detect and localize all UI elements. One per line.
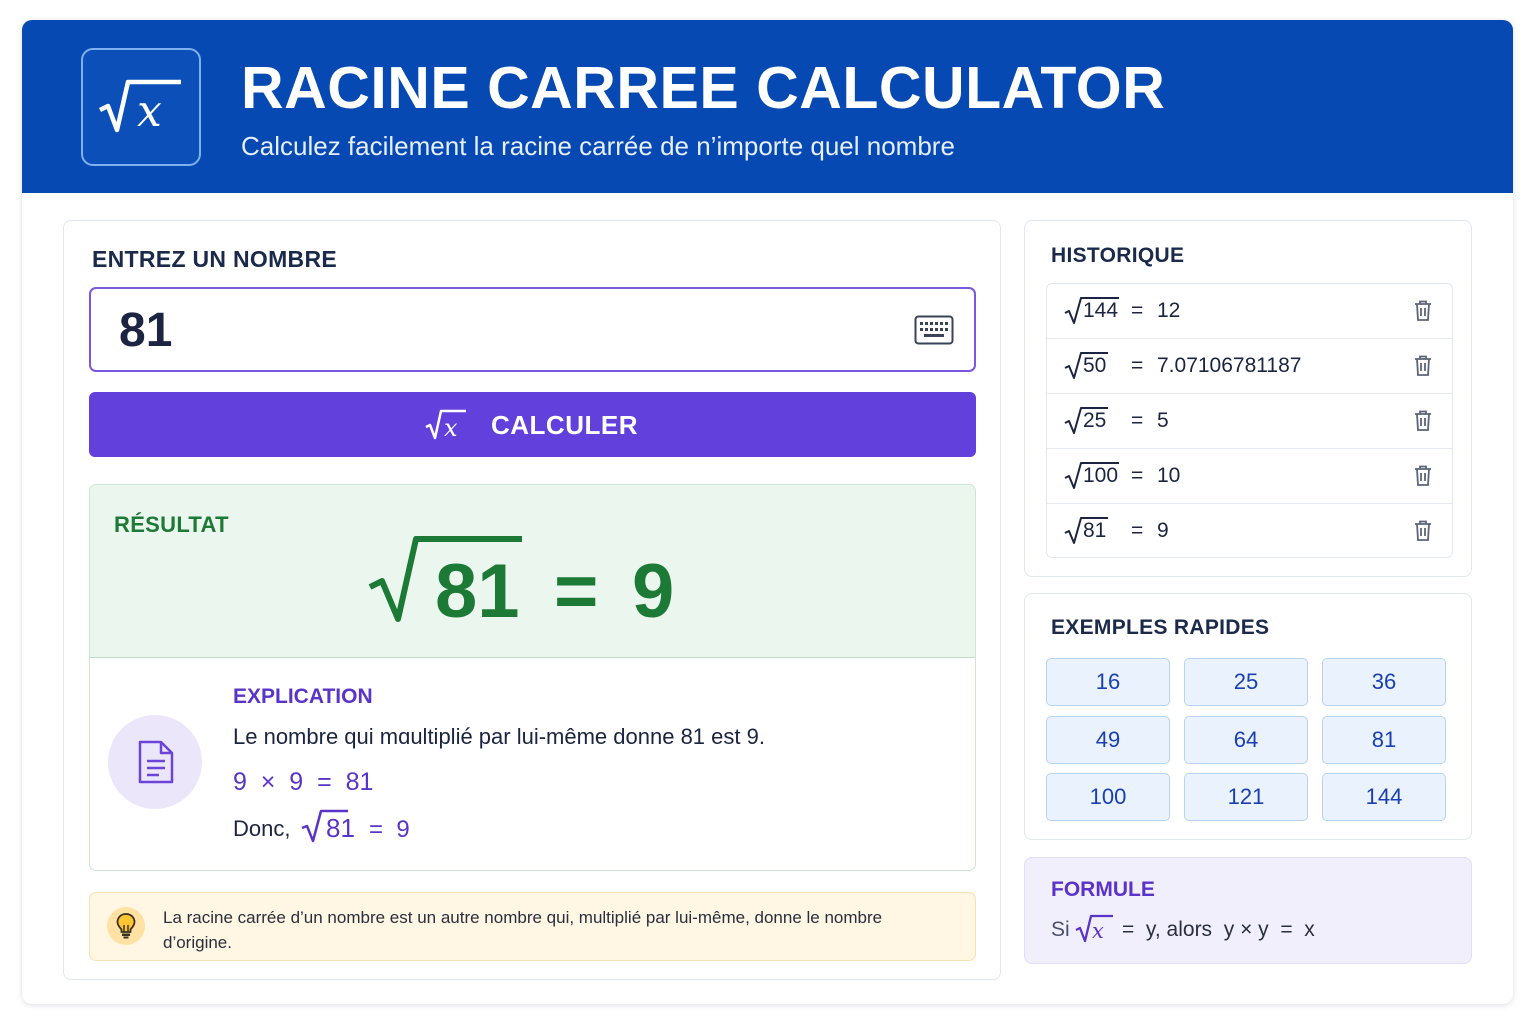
document-icon <box>138 740 174 784</box>
trash-icon[interactable] <box>1414 300 1432 321</box>
formula-panel: FORMULE Si x = y, alors y × y = x <box>1024 857 1472 964</box>
history-item[interactable]: 50 = 7.07106781187 <box>1047 339 1452 394</box>
history-equals: = <box>1131 299 1144 322</box>
explanation-donc-radicand: 81 <box>326 813 355 843</box>
history-label: HISTORIQUE <box>1051 244 1185 267</box>
calculator-panel: ENTREZ UN NOMBRE 81 x CALCULER RÉSULTAT <box>63 220 1001 980</box>
history-equals: = <box>1131 519 1144 542</box>
trash-icon[interactable] <box>1414 410 1432 431</box>
result-value: 9 <box>632 549 675 634</box>
example-button[interactable]: 16 <box>1046 658 1170 706</box>
svg-text:x: x <box>1092 919 1104 943</box>
explanation-text: Le nombre qui mɑultiplié par lui-même do… <box>233 724 765 749</box>
trash-icon[interactable] <box>1414 355 1432 376</box>
number-input[interactable]: 81 <box>89 287 976 372</box>
history-panel: HISTORIQUE 144 = 12 50 = 7.07106781187 2… <box>1024 220 1472 577</box>
example-button[interactable]: 36 <box>1322 658 1446 706</box>
history-equals: = <box>1131 464 1144 487</box>
page-title: RACINE CARREE CALCULATOR <box>241 55 1166 121</box>
calculate-button[interactable]: x CALCULER <box>89 392 976 457</box>
keyboard-icon[interactable] <box>914 315 954 345</box>
explanation-label: EXPLICATION <box>233 685 373 708</box>
example-button[interactable]: 25 <box>1184 658 1308 706</box>
svg-text:x: x <box>137 86 162 136</box>
trash-icon[interactable] <box>1414 520 1432 541</box>
svg-text:x: x <box>444 414 458 441</box>
input-label: ENTREZ UN NOMBRE <box>92 246 338 272</box>
history-item[interactable]: 144 = 12 <box>1047 284 1452 339</box>
formula-text: = y, alors y × y = x <box>1122 918 1315 941</box>
tip-box: La racine carrée d’un nombre est un autr… <box>89 892 976 961</box>
history-item[interactable]: 81 = 9 <box>1047 504 1452 557</box>
history-item[interactable]: 100 = 10 <box>1047 449 1452 504</box>
history-radicand: 100 <box>1083 464 1119 487</box>
formula-if: Si <box>1051 918 1070 941</box>
history-equals: = <box>1131 409 1144 432</box>
result-display: RÉSULTAT 81 = 9 <box>90 485 975 658</box>
history-value: 9 <box>1157 519 1169 542</box>
history-value: 10 <box>1157 464 1181 487</box>
examples-label: EXEMPLES RAPIDES <box>1051 616 1270 639</box>
explanation-multiplication: 9 × 9 = 81 <box>233 768 374 796</box>
square-root-x-icon: x <box>425 409 466 441</box>
tip-text: La racine carrée d’un nombre est un autr… <box>163 908 883 952</box>
example-button[interactable]: 100 <box>1046 773 1170 821</box>
history-radicand: 81 <box>1083 519 1107 542</box>
example-button[interactable]: 64 <box>1184 716 1308 764</box>
history-value: 12 <box>1157 299 1181 322</box>
history-item[interactable]: 25 = 5 <box>1047 394 1452 449</box>
square-root-x-icon: x <box>98 79 181 136</box>
explanation-donc-result: = 9 <box>369 816 410 843</box>
calculate-button-label: CALCULER <box>491 410 638 440</box>
formula-label: FORMULE <box>1051 878 1155 901</box>
result-card: RÉSULTAT 81 = 9 EXPLICATION Le nombre qu <box>89 484 976 871</box>
example-button[interactable]: 81 <box>1322 716 1446 764</box>
history-value: 5 <box>1157 409 1169 432</box>
page-subtitle: Calculez facilement la racine carrée de … <box>241 131 955 161</box>
history-radicand: 144 <box>1083 299 1119 322</box>
history-value: 7.07106781187 <box>1157 354 1302 377</box>
explanation-icon-circle <box>108 715 202 809</box>
history-radicand: 25 <box>1083 409 1107 432</box>
square-root-x-icon: x <box>1075 914 1113 943</box>
history-list: 144 = 12 50 = 7.07106781187 25 = 5 100 =… <box>1046 283 1453 558</box>
example-button[interactable]: 49 <box>1046 716 1170 764</box>
header: x RACINE CARREE CALCULATOR Calculez faci… <box>22 20 1513 193</box>
result-equals: = <box>554 549 599 634</box>
result-label: RÉSULTAT <box>114 512 229 537</box>
quick-examples-panel: EXEMPLES RAPIDES 16 25 36 49 64 81 100 1… <box>1024 593 1472 840</box>
logo: x <box>81 48 201 166</box>
explanation-donc: Donc, <box>233 816 291 841</box>
lightbulb-icon <box>116 913 136 939</box>
example-button[interactable]: 121 <box>1184 773 1308 821</box>
trash-icon[interactable] <box>1414 465 1432 486</box>
example-button[interactable]: 144 <box>1322 773 1446 821</box>
app-window: x RACINE CARREE CALCULATOR Calculez faci… <box>22 20 1513 1004</box>
history-equals: = <box>1131 354 1144 377</box>
history-radicand: 50 <box>1083 354 1107 377</box>
tip-icon-circle <box>107 907 145 945</box>
input-value[interactable]: 81 <box>119 303 172 358</box>
result-radicand: 81 <box>435 549 520 634</box>
